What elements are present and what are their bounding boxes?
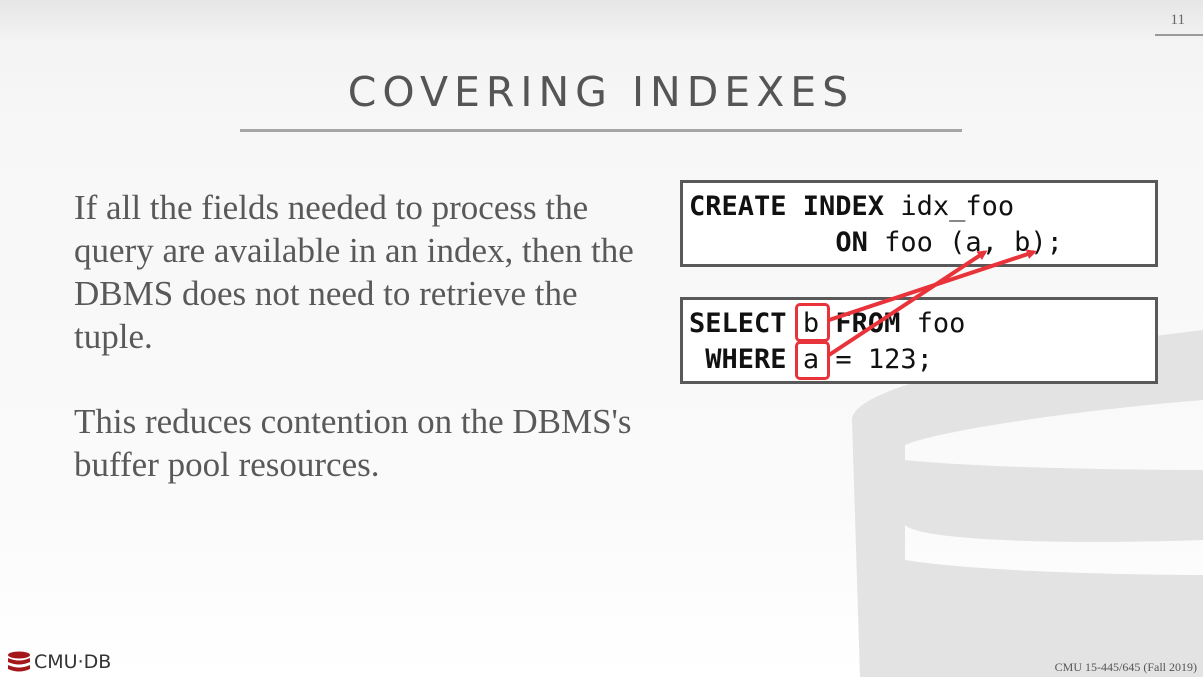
- code-keyword: CREATE INDEX: [689, 191, 885, 222]
- code-text: foo: [900, 308, 966, 339]
- code-line-1: CREATE INDEX idx_foo: [689, 189, 1155, 225]
- highlight-box-b: [795, 303, 830, 342]
- code-keyword: WHERE: [705, 344, 787, 375]
- code-keyword: SELECT: [689, 308, 787, 339]
- logo-text: CMU·DB: [34, 651, 112, 673]
- select-query-code-box: SELECT b FROM foo WHERE a = 123;: [680, 297, 1158, 384]
- code-line-2: ON foo (a, b);: [689, 225, 1155, 261]
- course-footer: CMU 15-445/645 (Fall 2019): [1054, 660, 1197, 674]
- create-index-code-box: CREATE INDEX idx_foo ON foo (a, b);: [680, 180, 1158, 267]
- body-paragraph-1: If all the fields needed to process the …: [74, 188, 634, 356]
- code-line-1: SELECT b FROM foo: [689, 306, 1155, 342]
- page-number: 11: [1170, 12, 1185, 28]
- code-keyword: FROM: [835, 308, 901, 339]
- code-text: idx_foo: [884, 191, 1015, 222]
- code-text: = 123;: [819, 344, 933, 375]
- slide: 11 COVERING INDEXES If all the fields ne…: [0, 0, 1203, 677]
- title-underline: [240, 129, 962, 132]
- code-keyword: ON: [835, 227, 868, 258]
- code-text: foo (a, b);: [867, 227, 1063, 258]
- database-logo-icon: [8, 651, 30, 672]
- page-number-rule: [1155, 34, 1203, 36]
- body-paragraph-2: This reduces contention on the DBMS's bu…: [74, 402, 632, 484]
- cmu-db-logo: CMU·DB: [6, 651, 111, 673]
- slide-title: COVERING INDEXES: [347, 68, 855, 116]
- code-line-2: WHERE a = 123;: [689, 342, 1155, 378]
- highlight-box-a: [795, 341, 830, 380]
